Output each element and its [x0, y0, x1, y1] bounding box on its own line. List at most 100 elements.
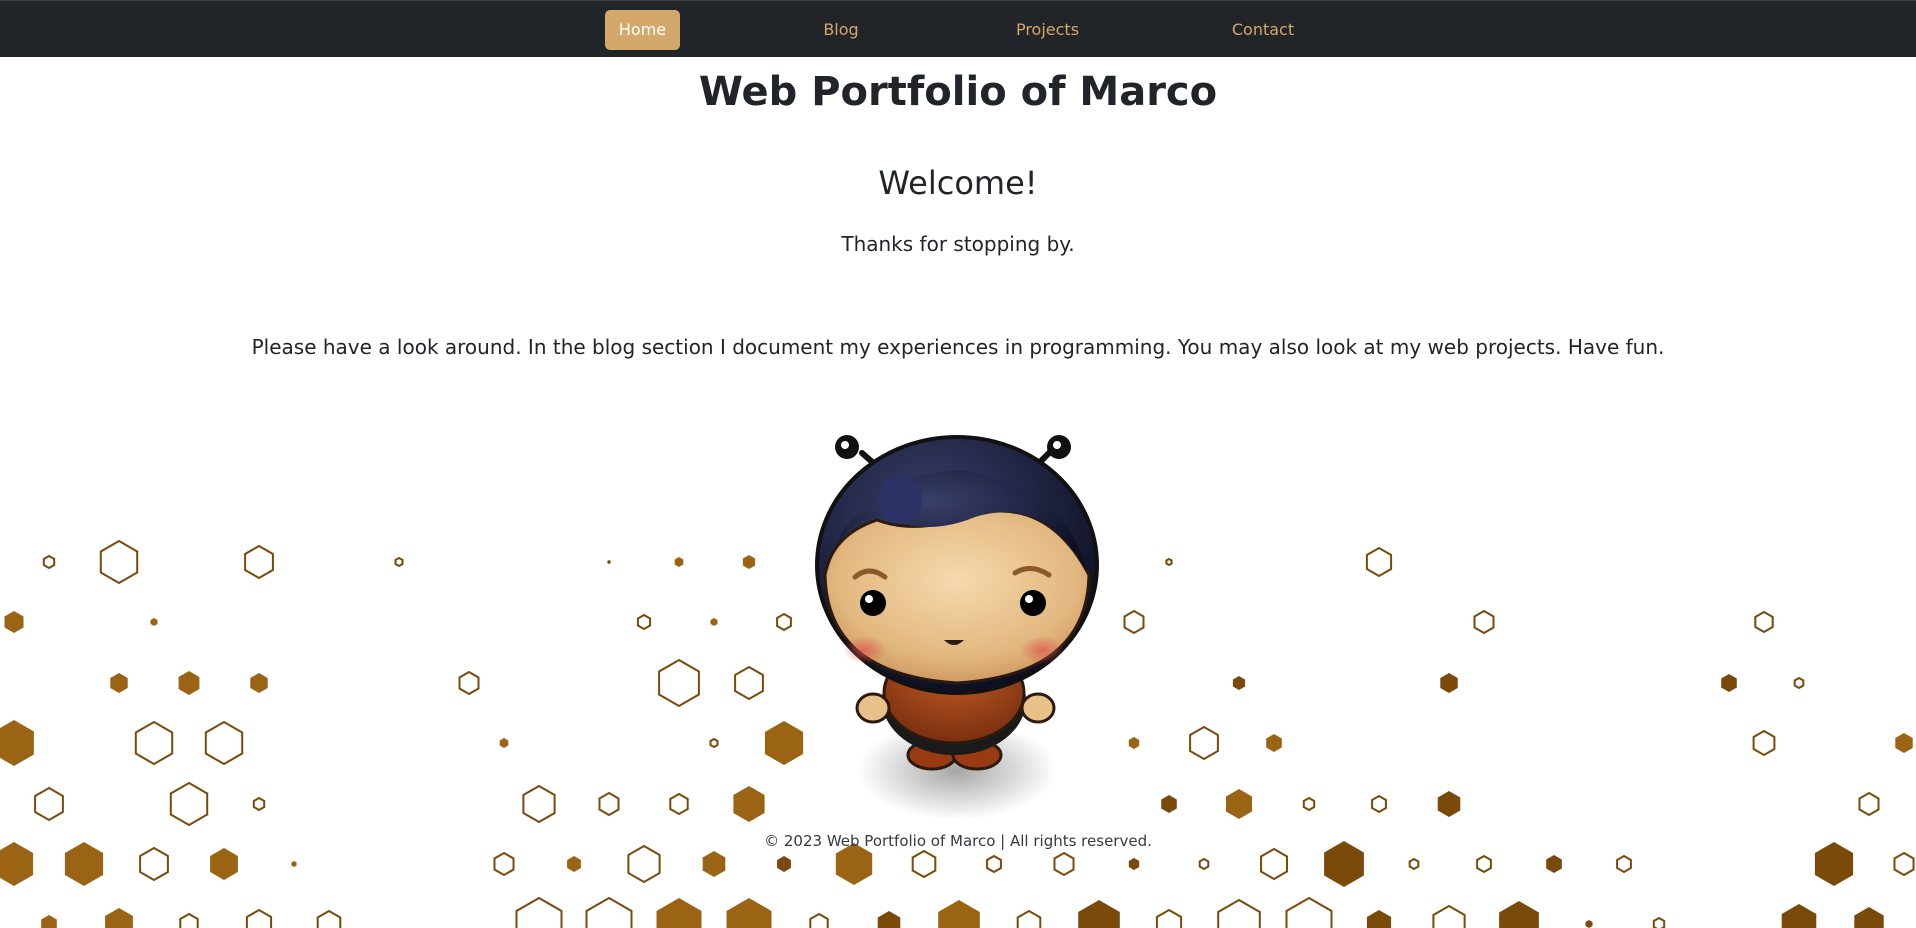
hexagon-shape [394, 556, 404, 568]
intro-text: Please have a look around. In the blog s… [251, 335, 1665, 359]
hexagon-shape [1616, 854, 1632, 874]
hexagon-shape [1165, 557, 1173, 567]
hexagon-shape [1754, 610, 1774, 634]
hexagon-shape [1652, 916, 1666, 928]
hexagon-shape [499, 738, 509, 748]
hexagon-shape [1226, 789, 1252, 819]
hexagon-shape [1123, 609, 1145, 635]
hexagon-shape [150, 618, 158, 626]
hexagon-shape [1781, 904, 1817, 928]
hexagon-shape [1128, 858, 1140, 870]
hexagon-shape [1499, 901, 1539, 928]
hexagon-shape [210, 848, 238, 880]
hexagon-shape [1260, 847, 1288, 881]
hexagon-shape [0, 720, 34, 766]
hexagon-shape [1217, 898, 1261, 928]
nav-contact-link[interactable]: Contact [1213, 10, 1313, 50]
hexagon-shape [1302, 796, 1316, 812]
hexagon-shape [99, 539, 139, 585]
hexagon-shape [1752, 729, 1776, 757]
footer-copyright: © 2023 Web Portfolio of Marco | All righ… [764, 832, 1152, 850]
hexagon-shape [1585, 920, 1593, 928]
hexagon-shape [134, 720, 174, 766]
hexagon-shape [567, 856, 581, 872]
hexagon-shape [1078, 900, 1120, 928]
page-title: Web Portfolio of Marco [698, 69, 1218, 115]
hexagon-shape [658, 658, 700, 708]
hexagon-shape [674, 557, 684, 567]
hexagon-shape [1128, 737, 1140, 749]
hexagon-shape [636, 613, 652, 631]
hexagon-shape [1793, 676, 1805, 690]
hexagon-shape [458, 670, 480, 696]
hexagon-shape [204, 720, 244, 766]
hexagon-shape [986, 854, 1002, 874]
hexagon-shape [1854, 907, 1884, 928]
hexagon-shape [710, 618, 718, 626]
hexagon-shape [1432, 904, 1466, 928]
hexagon-shape [776, 612, 792, 632]
hexagon-shape [1365, 546, 1393, 578]
hexagon-shape [734, 665, 764, 701]
hexagon-shape [726, 898, 772, 928]
hexagon-shape [34, 786, 64, 822]
hexagon-shape [1053, 851, 1075, 877]
hexagon-shape [515, 896, 563, 928]
hexagon-shape [1546, 855, 1562, 873]
hexagon-shape [607, 560, 611, 564]
hexagon-shape [1371, 794, 1387, 814]
hexagon-shape [1473, 609, 1495, 635]
hexagon-shape [702, 851, 726, 877]
welcome-heading: Welcome! [878, 164, 1038, 202]
hexagon-shape [493, 851, 515, 877]
hexagon-shape [777, 856, 791, 872]
hexagon-shape [1266, 734, 1282, 752]
hexagon-shape [1437, 791, 1461, 817]
hexagon-shape [1189, 725, 1219, 761]
hexagon-shape [105, 908, 133, 928]
nav-projects-link[interactable]: Projects [1000, 10, 1095, 50]
hexagon-shape [1232, 676, 1246, 690]
hexagon-shape [1895, 733, 1913, 753]
hexagon-shape [316, 909, 342, 928]
hexagon-shape [1016, 909, 1042, 928]
hexagon-shape [4, 611, 24, 633]
hexagon-shape [169, 781, 209, 827]
navbar: Home Blog Projects Contact [0, 0, 1916, 57]
hexagon-shape [627, 844, 661, 884]
hexagon-shape [1476, 854, 1492, 874]
hexagon-shape [709, 737, 719, 749]
hexagon-shape [598, 791, 620, 817]
hexagon-shape [1858, 791, 1880, 817]
hexagon-shape [1408, 857, 1420, 871]
hexagon-shape [522, 784, 556, 824]
hexagon-shape [41, 915, 57, 928]
hexagon-shape [1198, 857, 1210, 871]
hexagon-shape [110, 673, 128, 693]
hexagon-shape [877, 911, 901, 928]
hexagon-shape [1893, 851, 1915, 877]
hexagon-shape [42, 554, 56, 570]
mascot-illustration [815, 435, 1099, 820]
hexagon-shape [1366, 910, 1392, 928]
hexagon-shape [139, 846, 169, 882]
hexagon-shape [669, 792, 689, 816]
hexagon-shape [291, 861, 297, 867]
hexagon-shape [585, 896, 633, 928]
hexagon-shape [1721, 674, 1737, 692]
hexagon-shape [250, 673, 268, 693]
hexagon-shape [1161, 795, 1177, 813]
hexagon-shape [809, 912, 829, 928]
hexagon-shape [911, 849, 937, 879]
hexagon-shape [1440, 673, 1458, 693]
nav-home-link[interactable]: Home [605, 10, 680, 50]
hexagon-shape [245, 908, 273, 928]
nav-blog-link[interactable]: Blog [800, 10, 882, 50]
hexagon-shape [179, 912, 199, 928]
hexagon-shape [733, 786, 765, 822]
thanks-text: Thanks for stopping by. [841, 232, 1075, 256]
hexagon-shape [1285, 896, 1333, 928]
hexagon-shape [656, 898, 702, 928]
hexagon-shape [178, 671, 200, 695]
hexagon-shape [938, 900, 980, 928]
